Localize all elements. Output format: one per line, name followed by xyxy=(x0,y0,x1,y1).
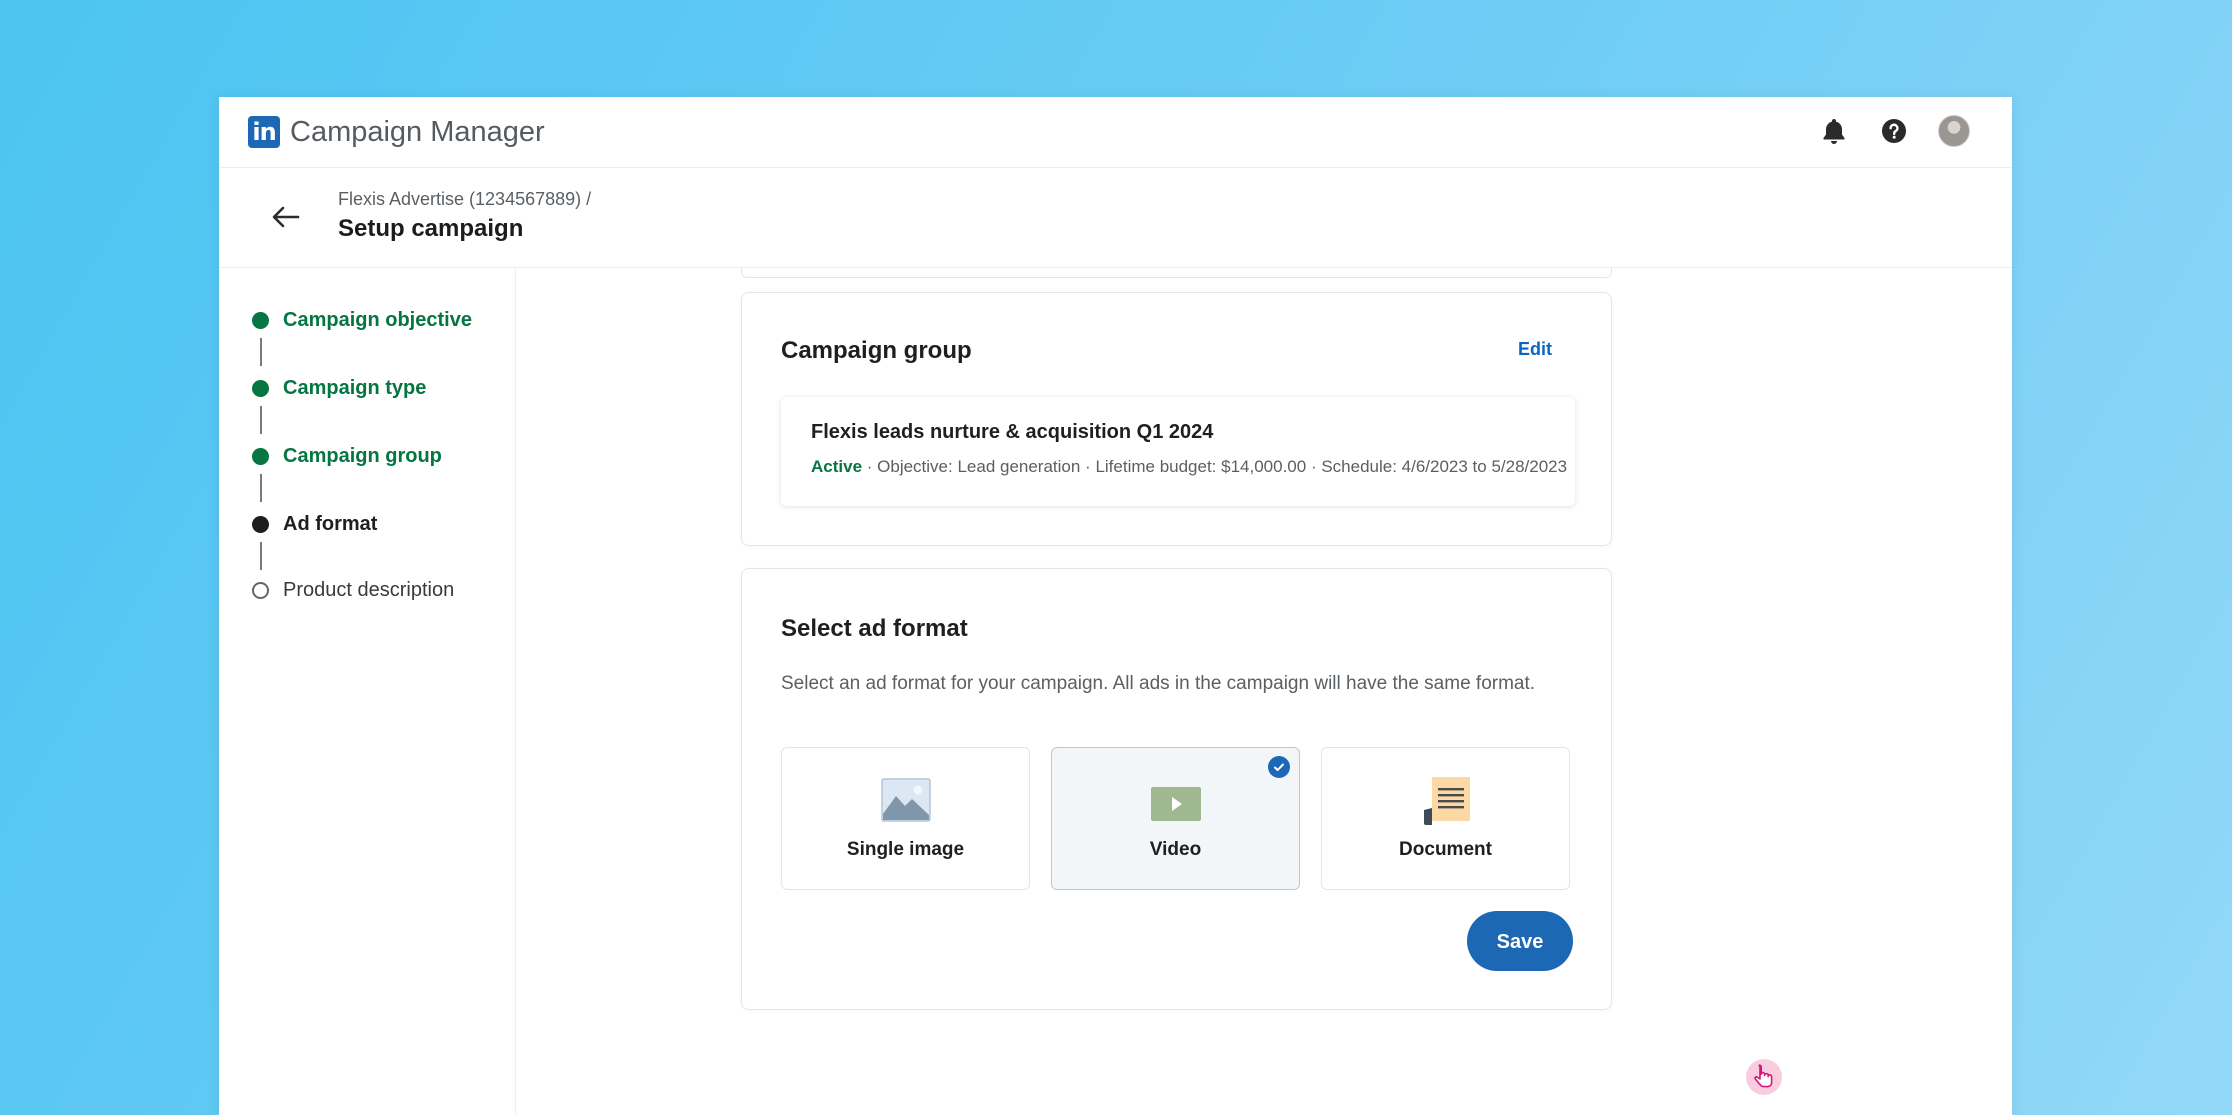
format-label: Document xyxy=(1399,839,1492,860)
step-product-description[interactable]: Product description xyxy=(252,578,454,602)
campaign-group-meta: Active · Objective: Lead generation · Li… xyxy=(811,457,1567,477)
format-label: Video xyxy=(1149,839,1202,860)
campaign-group-summary: Flexis leads nurture & acquisition Q1 20… xyxy=(781,397,1575,506)
step-label: Ad format xyxy=(283,513,378,535)
step-connector xyxy=(260,474,262,502)
video-icon xyxy=(1150,786,1202,827)
image-icon xyxy=(880,778,931,827)
step-label: Campaign objective xyxy=(283,309,472,331)
format-option-document[interactable]: Document xyxy=(1321,747,1570,890)
status-badge: Active xyxy=(811,457,863,476)
app-name[interactable]: Campaign Manager xyxy=(290,113,545,151)
step-campaign-objective[interactable]: Campaign objective xyxy=(252,308,472,332)
steps-sidebar: Campaign objective Campaign type Campaig… xyxy=(219,267,516,1115)
step-complete-icon xyxy=(252,447,269,465)
campaign-group-card: Campaign group Edit Flexis leads nurture… xyxy=(741,292,1612,546)
previous-card-edge xyxy=(741,267,1612,278)
format-option-single-image[interactable]: Single image xyxy=(781,747,1030,890)
page-header: Flexis Advertise (1234567889) / Setup ca… xyxy=(219,167,2012,268)
step-connector xyxy=(260,406,262,434)
step-connector xyxy=(260,542,262,570)
step-label: Campaign type xyxy=(283,377,427,399)
step-campaign-type[interactable]: Campaign type xyxy=(252,376,426,400)
help-icon[interactable] xyxy=(1878,115,1910,147)
format-option-video[interactable]: Video xyxy=(1051,747,1300,890)
step-connector xyxy=(260,338,262,366)
back-arrow-icon[interactable] xyxy=(268,199,304,235)
app-window: in Campaign Manager Flexis Advertise (12… xyxy=(219,97,2012,1115)
bell-icon[interactable] xyxy=(1818,115,1850,147)
step-label: Product description xyxy=(283,579,455,601)
step-complete-icon xyxy=(252,311,269,329)
linkedin-logo-icon[interactable]: in xyxy=(248,116,280,148)
check-icon xyxy=(1268,756,1290,778)
edit-link[interactable]: Edit xyxy=(1518,339,1552,360)
avatar[interactable] xyxy=(1938,115,1970,147)
step-complete-icon xyxy=(252,379,269,397)
top-icons xyxy=(1818,115,1970,147)
page-title: Setup campaign xyxy=(338,215,524,242)
campaign-group-name: Flexis leads nurture & acquisition Q1 20… xyxy=(811,421,1214,443)
step-pending-icon xyxy=(252,581,269,599)
step-campaign-group[interactable]: Campaign group xyxy=(252,444,442,468)
step-ad-format[interactable]: Ad format xyxy=(252,512,377,536)
ad-format-description: Select an ad format for your campaign. A… xyxy=(781,673,1536,694)
save-button[interactable]: Save xyxy=(1467,911,1573,971)
ad-format-card: Select ad format Select an ad format for… xyxy=(741,568,1612,1010)
campaign-group-details: · Objective: Lead generation · Lifetime … xyxy=(862,457,1568,476)
top-bar: in Campaign Manager xyxy=(219,97,2012,168)
step-label: Campaign group xyxy=(283,445,442,467)
step-current-icon xyxy=(252,515,269,533)
document-icon xyxy=(1420,776,1472,831)
ad-format-title: Select ad format xyxy=(781,615,968,642)
format-label: Single image xyxy=(846,839,965,860)
breadcrumb[interactable]: Flexis Advertise (1234567889) / xyxy=(338,189,591,210)
hand-cursor-icon xyxy=(1744,1057,1784,1102)
campaign-group-title: Campaign group xyxy=(781,337,972,364)
